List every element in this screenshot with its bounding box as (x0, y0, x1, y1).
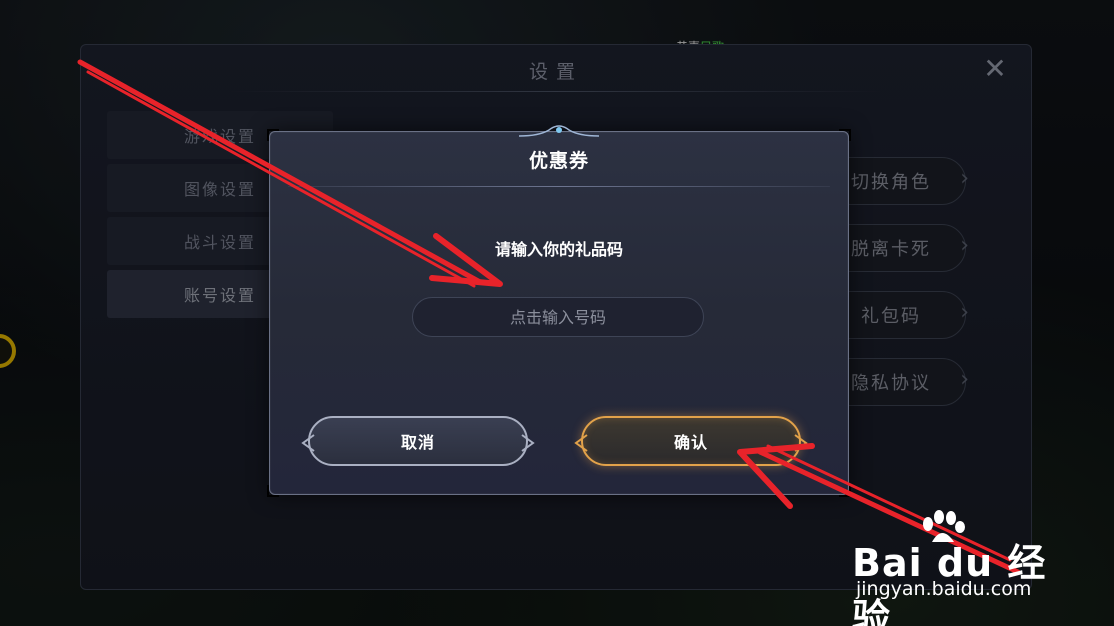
coupon-dialog: 优惠券 请输入你的礼品码 取消 确认 (267, 125, 851, 497)
confirm-label: 确认 (673, 433, 708, 452)
dialog-title: 优惠券 (528, 150, 589, 172)
button-cap-icon (521, 434, 535, 452)
gift-code-input[interactable] (412, 297, 704, 337)
confirm-button[interactable]: 确认 (574, 416, 808, 466)
dialog-divider (288, 186, 830, 187)
watermark-url: jingyan.baidu.com (856, 578, 1032, 600)
corner-ornament (267, 485, 279, 497)
corner-ornament (267, 129, 279, 141)
corner-ornament (839, 485, 851, 497)
button-cap-icon (794, 434, 808, 452)
corner-ornament (839, 129, 851, 141)
button-cap-icon (574, 434, 588, 452)
baidu-jingyan-watermark: Bai du 经验 jingyan.baidu.com (852, 510, 1062, 626)
button-cap-icon (301, 434, 315, 452)
cancel-button[interactable]: 取消 (301, 416, 535, 466)
dialog-prompt: 请输入你的礼品码 (494, 240, 623, 259)
cancel-label: 取消 (400, 433, 435, 452)
crest-ornament-icon (518, 125, 600, 137)
